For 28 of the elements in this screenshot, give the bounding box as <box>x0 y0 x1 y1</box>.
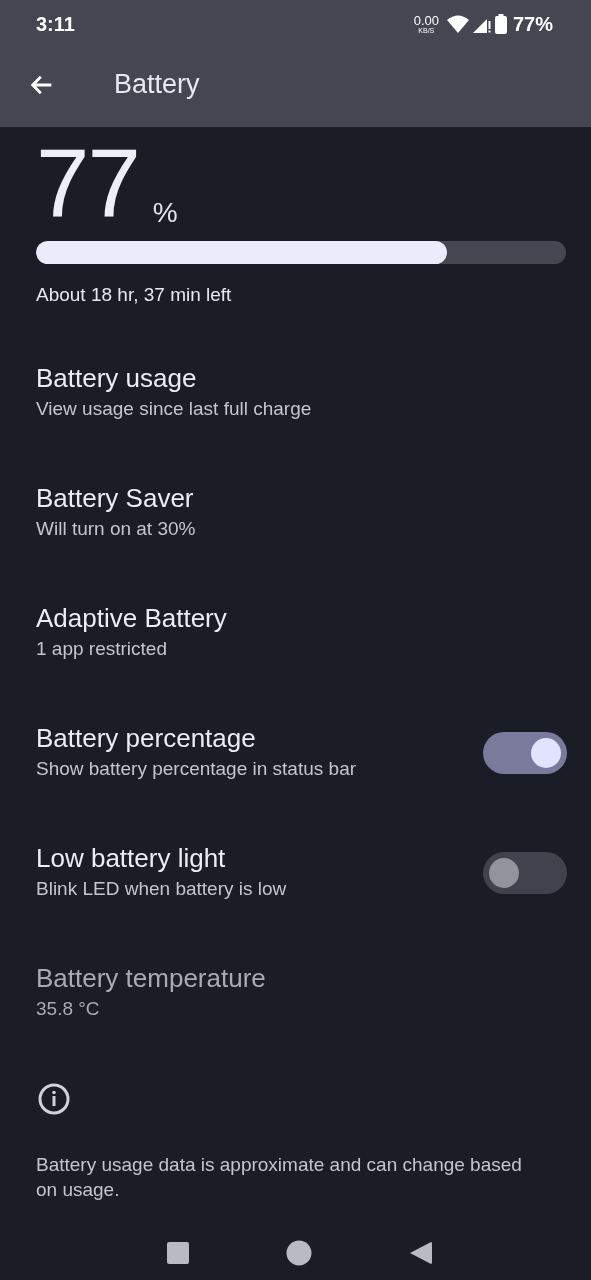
item-title[interactable]: Battery usage <box>36 362 197 394</box>
item-summary: Show battery percentage in status bar <box>36 758 358 780</box>
item-title[interactable]: Battery Saver <box>36 482 194 514</box>
battery-percent: 77% <box>512 12 553 36</box>
home-icon[interactable] <box>286 1240 313 1266</box>
network-speed: 0.00 <box>413 14 439 27</box>
battery-level-value: 77 <box>36 135 139 231</box>
toggle-switch[interactable] <box>483 732 567 774</box>
back-icon[interactable] <box>408 1241 433 1265</box>
toggle-switch[interactable] <box>483 852 567 894</box>
info-icon <box>37 1082 71 1116</box>
time-remaining: About 18 hr, 37 min left <box>36 284 233 306</box>
battery-icon <box>494 14 507 34</box>
item-title: Battery temperature <box>36 962 266 994</box>
item-title[interactable]: Battery percentage <box>36 722 256 754</box>
item-summary: 35.8 °C <box>36 998 101 1020</box>
item-summary: View usage since last full charge <box>36 398 313 420</box>
item-summary: Will turn on at 30% <box>36 518 197 540</box>
recents-icon[interactable] <box>166 1241 191 1265</box>
item-title[interactable]: Low battery light <box>36 842 226 874</box>
screen-title: Battery <box>114 69 200 100</box>
percent-sign: % <box>152 199 178 227</box>
item-summary: 1 app restricted <box>36 638 168 660</box>
item-title[interactable]: Adaptive Battery <box>36 602 227 634</box>
status-time: 3:11 <box>36 12 75 36</box>
footer-note: Battery usage data is approximate and can change based on usage. <box>35 1153 523 1202</box>
item-summary: Blink LED when battery is low <box>36 878 288 900</box>
wifi-icon <box>446 15 469 33</box>
